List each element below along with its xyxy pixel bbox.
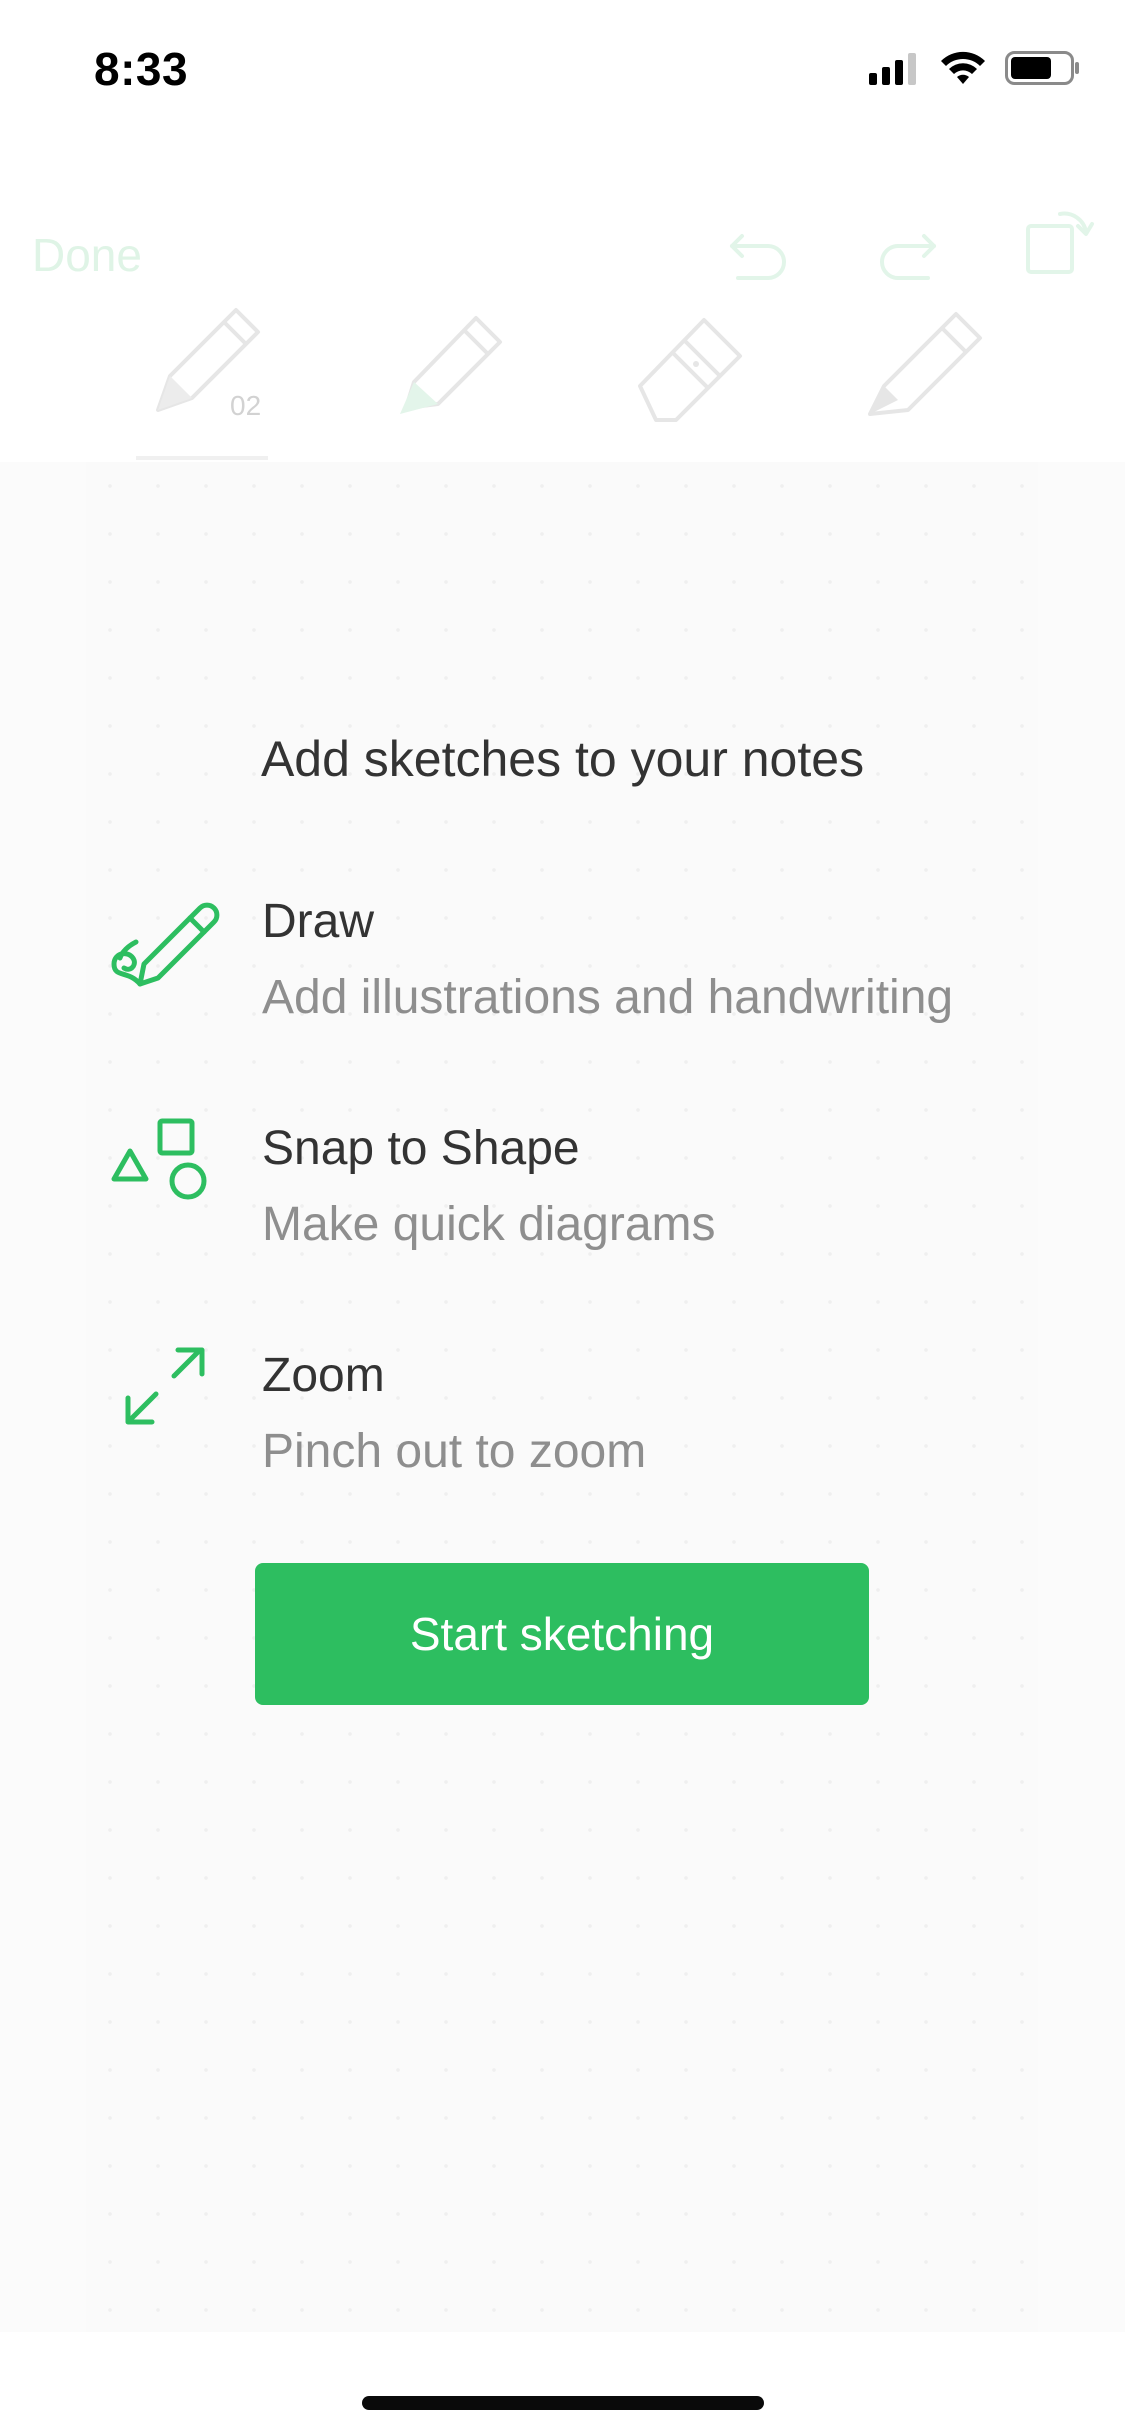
feature-title: Snap to Shape	[262, 1122, 580, 1175]
knife-icon	[868, 312, 982, 416]
feature-title: Zoom	[262, 1349, 385, 1402]
done-button[interactable]: Done	[32, 228, 142, 282]
sketch-toolbar: Done 02	[0, 140, 1125, 460]
pen-tool[interactable]: 02	[140, 290, 280, 430]
rotate-icon[interactable]	[1020, 202, 1094, 274]
eraser-icon	[638, 318, 742, 422]
undo-icon[interactable]	[724, 214, 794, 284]
feature-title: Draw	[262, 895, 375, 948]
feature-description: Add illustrations and handwriting	[262, 971, 954, 1024]
drawing-tools: 02	[0, 290, 1125, 460]
knife-tool[interactable]	[856, 290, 996, 430]
cellular-signal-icon	[869, 51, 921, 90]
tool-size-label: 02	[230, 390, 262, 421]
feature-draw: Draw Add illustrations and handwriting	[110, 888, 1070, 1058]
sketch-onboarding-screen: 8:33 Done 02 Add sketches to your notes …	[0, 0, 1125, 2436]
highlighter-tool[interactable]	[380, 290, 520, 430]
draw-pen-icon	[110, 888, 220, 998]
active-tool-indicator	[136, 456, 268, 460]
shapes-icon	[110, 1115, 220, 1225]
home-indicator[interactable]	[362, 2396, 764, 2410]
feature-description: Make quick diagrams	[262, 1198, 716, 1251]
feature-description: Pinch out to zoom	[262, 1425, 647, 1478]
status-time: 8:33	[94, 43, 189, 95]
wifi-icon	[939, 50, 987, 91]
start-sketching-button[interactable]: Start sketching	[255, 1563, 869, 1705]
feature-zoom: Zoom Pinch out to zoom	[110, 1342, 1070, 1512]
eraser-tool[interactable]	[620, 290, 760, 430]
redo-icon[interactable]	[872, 214, 942, 284]
status-icons	[869, 50, 1081, 91]
onboarding-title: Add sketches to your notes	[260, 731, 865, 787]
feature-snap-to-shape: Snap to Shape Make quick diagrams	[110, 1115, 1070, 1285]
highlighter-icon	[400, 316, 502, 414]
battery-icon	[1005, 50, 1081, 91]
status-bar: 8:33	[0, 0, 1125, 140]
zoom-arrows-icon	[110, 1342, 220, 1452]
